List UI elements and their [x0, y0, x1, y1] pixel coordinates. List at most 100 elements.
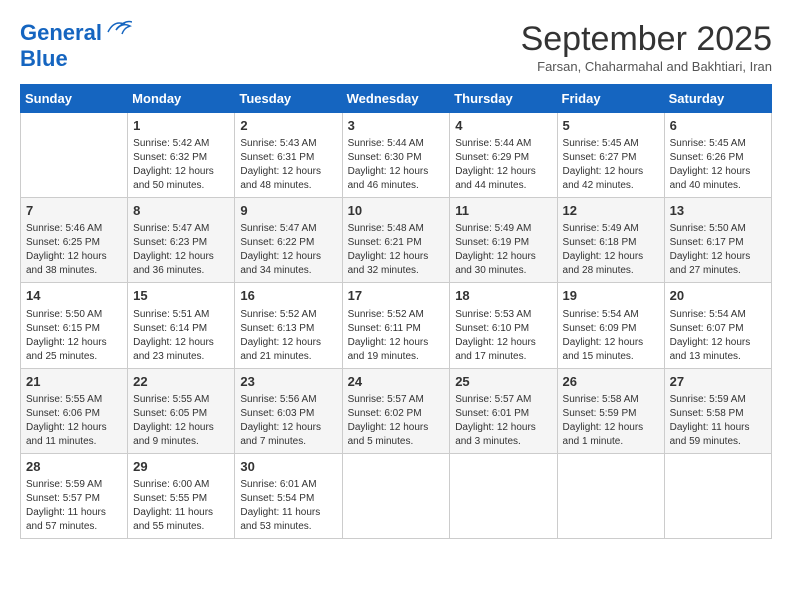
day-info: Sunrise: 5:50 AM Sunset: 6:17 PM Dayligh… [670, 223, 751, 276]
day-number: 20 [670, 287, 766, 305]
col-sunday: Sunday [21, 85, 128, 113]
table-row: 29 Sunrise: 6:00 AM Sunset: 5:55 PM Dayli… [128, 453, 235, 538]
day-number: 6 [670, 117, 766, 135]
table-row: 8Sunrise: 5:47 AM Sunset: 6:23 PM Daylig… [128, 198, 235, 283]
table-row: 15Sunrise: 5:51 AM Sunset: 6:14 PM Dayli… [128, 283, 235, 368]
calendar-header-row: Sunday Monday Tuesday Wednesday Thursday… [21, 85, 772, 113]
calendar-week-1: 1 Sunrise: 5:42 AM Sunset: 6:32 PM Daylig… [21, 113, 772, 198]
day-number: 12 [563, 202, 659, 220]
day-info: Sunrise: 5:57 AM Sunset: 6:02 PM Dayligh… [348, 394, 429, 447]
calendar-week-3: 14 Sunrise: 5:50 AM Sunset: 6:15 PM Dayli… [21, 283, 772, 368]
day-number: 16 [240, 287, 336, 305]
title-section: September 2025 Farsan, Chaharmahal and B… [521, 20, 772, 74]
day-info: Sunrise: 5:55 AM Sunset: 6:05 PM Dayligh… [133, 394, 214, 447]
table-row: 9 Sunrise: 5:47 AM Sunset: 6:22 PM Daylig… [235, 198, 342, 283]
day-number: 22 [133, 373, 229, 391]
day-number: 29 [133, 458, 229, 476]
day-info: Sunrise: 5:49 AM Sunset: 6:19 PM Dayligh… [455, 223, 536, 276]
day-number: 21 [26, 373, 122, 391]
day-info: Sunrise: 5:45 AM Sunset: 6:26 PM Dayligh… [670, 138, 751, 191]
day-info: Sunrise: 5:59 AM Sunset: 5:58 PM Dayligh… [670, 394, 750, 447]
day-info: Sunrise: 5:43 AM Sunset: 6:31 PM Dayligh… [240, 138, 321, 191]
table-row: 21 Sunrise: 5:55 AM Sunset: 6:06 PM Dayli… [21, 368, 128, 453]
day-info: Sunrise: 5:55 AM Sunset: 6:06 PM Dayligh… [26, 394, 107, 447]
table-row: 18Sunrise: 5:53 AM Sunset: 6:10 PM Dayli… [450, 283, 557, 368]
day-number: 24 [348, 373, 445, 391]
table-row: 2Sunrise: 5:43 AM Sunset: 6:31 PM Daylig… [235, 113, 342, 198]
calendar-week-4: 21 Sunrise: 5:55 AM Sunset: 6:06 PM Dayli… [21, 368, 772, 453]
day-number: 7 [26, 202, 122, 220]
table-row [664, 453, 771, 538]
calendar-week-2: 7 Sunrise: 5:46 AM Sunset: 6:25 PM Daylig… [21, 198, 772, 283]
table-row: 3 Sunrise: 5:44 AM Sunset: 6:30 PM Daylig… [342, 113, 450, 198]
table-row [21, 113, 128, 198]
day-number: 26 [563, 373, 659, 391]
day-number: 25 [455, 373, 551, 391]
logo: General Blue [20, 20, 132, 72]
table-row [342, 453, 450, 538]
day-number: 5 [563, 117, 659, 135]
table-row: 19 Sunrise: 5:54 AM Sunset: 6:09 PM Dayli… [557, 283, 664, 368]
col-monday: Monday [128, 85, 235, 113]
day-info: Sunrise: 5:56 AM Sunset: 6:03 PM Dayligh… [240, 394, 321, 447]
calendar-table: Sunday Monday Tuesday Wednesday Thursday… [20, 84, 772, 539]
logo-text: General [20, 20, 102, 46]
day-info: Sunrise: 5:47 AM Sunset: 6:22 PM Dayligh… [240, 223, 321, 276]
day-info: Sunrise: 5:54 AM Sunset: 6:07 PM Dayligh… [670, 309, 751, 362]
calendar-week-5: 28Sunrise: 5:59 AM Sunset: 5:57 PM Dayli… [21, 453, 772, 538]
day-number: 10 [348, 202, 445, 220]
day-info: Sunrise: 5:54 AM Sunset: 6:09 PM Dayligh… [563, 309, 644, 362]
table-row: 25 Sunrise: 5:57 AM Sunset: 6:01 PM Dayli… [450, 368, 557, 453]
day-info: Sunrise: 5:46 AM Sunset: 6:25 PM Dayligh… [26, 223, 107, 276]
table-row: 24 Sunrise: 5:57 AM Sunset: 6:02 PM Dayli… [342, 368, 450, 453]
day-number: 11 [455, 202, 551, 220]
table-row: 27Sunrise: 5:59 AM Sunset: 5:58 PM Dayli… [664, 368, 771, 453]
day-info: Sunrise: 5:58 AM Sunset: 5:59 PM Dayligh… [563, 394, 644, 447]
table-row: 12 Sunrise: 5:49 AM Sunset: 6:18 PM Dayli… [557, 198, 664, 283]
day-number: 14 [26, 287, 122, 305]
table-row: 16 Sunrise: 5:52 AM Sunset: 6:13 PM Dayli… [235, 283, 342, 368]
table-row: 4Sunrise: 5:44 AM Sunset: 6:29 PM Daylig… [450, 113, 557, 198]
day-info: Sunrise: 5:57 AM Sunset: 6:01 PM Dayligh… [455, 394, 536, 447]
col-friday: Friday [557, 85, 664, 113]
day-number: 19 [563, 287, 659, 305]
table-row: 10 Sunrise: 5:48 AM Sunset: 6:21 PM Dayli… [342, 198, 450, 283]
day-info: Sunrise: 5:48 AM Sunset: 6:21 PM Dayligh… [348, 223, 429, 276]
month-title: September 2025 [521, 20, 772, 59]
day-info: Sunrise: 5:45 AM Sunset: 6:27 PM Dayligh… [563, 138, 644, 191]
table-row [557, 453, 664, 538]
table-row: 6 Sunrise: 5:45 AM Sunset: 6:26 PM Daylig… [664, 113, 771, 198]
table-row: 1 Sunrise: 5:42 AM Sunset: 6:32 PM Daylig… [128, 113, 235, 198]
table-row: 26 Sunrise: 5:58 AM Sunset: 5:59 PM Dayli… [557, 368, 664, 453]
logo-bird-icon [104, 18, 132, 40]
table-row: 30 Sunrise: 6:01 AM Sunset: 5:54 PM Dayli… [235, 453, 342, 538]
day-number: 23 [240, 373, 336, 391]
table-row: 17 Sunrise: 5:52 AM Sunset: 6:11 PM Dayli… [342, 283, 450, 368]
day-info: Sunrise: 5:50 AM Sunset: 6:15 PM Dayligh… [26, 309, 107, 362]
day-number: 30 [240, 458, 336, 476]
day-info: Sunrise: 6:01 AM Sunset: 5:54 PM Dayligh… [240, 479, 320, 532]
day-number: 18 [455, 287, 551, 305]
day-info: Sunrise: 5:47 AM Sunset: 6:23 PM Dayligh… [133, 223, 214, 276]
day-number: 28 [26, 458, 122, 476]
day-info: Sunrise: 5:52 AM Sunset: 6:13 PM Dayligh… [240, 309, 321, 362]
col-thursday: Thursday [450, 85, 557, 113]
table-row: 28Sunrise: 5:59 AM Sunset: 5:57 PM Dayli… [21, 453, 128, 538]
col-wednesday: Wednesday [342, 85, 450, 113]
location-subtitle: Farsan, Chaharmahal and Bakhtiari, Iran [521, 59, 772, 74]
day-info: Sunrise: 6:00 AM Sunset: 5:55 PM Dayligh… [133, 479, 213, 532]
day-info: Sunrise: 5:44 AM Sunset: 6:29 PM Dayligh… [455, 138, 536, 191]
day-number: 1 [133, 117, 229, 135]
day-number: 9 [240, 202, 336, 220]
day-info: Sunrise: 5:44 AM Sunset: 6:30 PM Dayligh… [348, 138, 429, 191]
day-info: Sunrise: 5:49 AM Sunset: 6:18 PM Dayligh… [563, 223, 644, 276]
day-number: 13 [670, 202, 766, 220]
day-number: 3 [348, 117, 445, 135]
logo-blue-text: Blue [20, 46, 68, 71]
table-row: 5 Sunrise: 5:45 AM Sunset: 6:27 PM Daylig… [557, 113, 664, 198]
day-info: Sunrise: 5:52 AM Sunset: 6:11 PM Dayligh… [348, 309, 429, 362]
table-row: 22 Sunrise: 5:55 AM Sunset: 6:05 PM Dayli… [128, 368, 235, 453]
day-number: 17 [348, 287, 445, 305]
day-info: Sunrise: 5:42 AM Sunset: 6:32 PM Dayligh… [133, 138, 214, 191]
day-number: 15 [133, 287, 229, 305]
